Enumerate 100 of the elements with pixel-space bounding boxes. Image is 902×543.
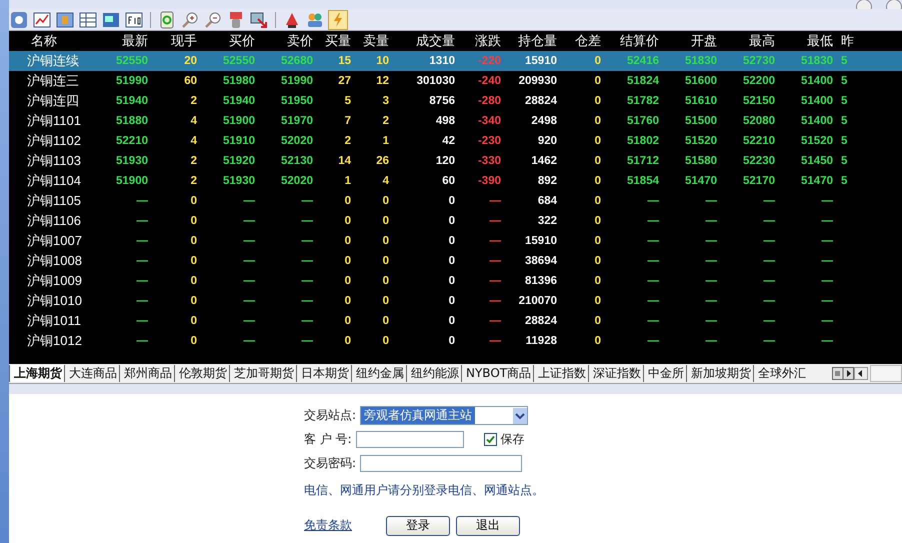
- table-cell-text: 0: [190, 335, 198, 347]
- quote-row[interactable]: 沪铜1101 51880 4 51900 51970 7 2 498 -340 2498 0 51760 51500 52080 51400 5: [9, 111, 902, 131]
- table-cell-text: -220: [476, 55, 502, 67]
- market-tab[interactable]: 中金所: [643, 365, 686, 382]
- column-header[interactable]: 昨: [835, 32, 855, 50]
- market-tab[interactable]: 芝加哥期货: [229, 365, 296, 382]
- column-header[interactable]: 开盘: [661, 32, 719, 50]
- zoom-in-icon[interactable]: [181, 10, 199, 28]
- quote-row[interactable]: 沪铜1102 52210 4 51910 52020 2 1 42 -230 920 0 51802 51520 52210 51520 5: [9, 131, 902, 151]
- line-chart-icon[interactable]: [33, 10, 51, 28]
- monitor-icon[interactable]: [102, 10, 120, 28]
- table-cell-text: 沪铜1007: [26, 232, 83, 250]
- quote-row[interactable]: 沪铜连三 51990 60 51980 51990 27 12 301030 -240 209930 0 51824 51600 52200 51400 5: [9, 71, 902, 91]
- table-cell-text: -390: [476, 175, 502, 187]
- dropdown-caret-icon[interactable]: [513, 408, 528, 424]
- quote-row[interactable]: 沪铜1011 — 0 — — 0 0 0 — 28824 0 — — — —: [9, 311, 902, 331]
- zoom-out-icon[interactable]: [204, 10, 222, 28]
- market-tab[interactable]: 大连商品: [64, 365, 119, 382]
- market-tab[interactable]: 郑州商品: [119, 365, 174, 382]
- table-cell-text: 15: [337, 55, 352, 67]
- column-header[interactable]: 现手: [150, 32, 199, 50]
- quote-row[interactable]: 沪铜1012 — 0 — — 0 0 0 — 11928 0 — — — —: [9, 331, 902, 351]
- table-cell-text: 0: [344, 295, 352, 307]
- column-header[interactable]: 持仓量: [503, 32, 559, 50]
- column-header[interactable]: 买量: [315, 32, 353, 50]
- market-tab[interactable]: 上海期货: [9, 365, 64, 382]
- people-icon[interactable]: [306, 10, 324, 28]
- market-tab[interactable]: 全球外汇: [753, 365, 808, 382]
- field-label: 交易密码:: [304, 455, 356, 472]
- refresh-icon[interactable]: [158, 10, 176, 28]
- quote-row[interactable]: 沪铜1008 — 0 — — 0 0 0 — 38694 0 — — — —: [9, 251, 902, 271]
- market-tab[interactable]: 纽约能源: [406, 365, 461, 382]
- table-cell-text: 920: [536, 135, 558, 147]
- table-cell-text: —: [136, 195, 149, 207]
- quote-row[interactable]: 沪铜1105 — 0 — — 0 0 0 — 684 0 — — — —: [9, 191, 902, 211]
- market-tab[interactable]: 上证指数: [533, 365, 588, 382]
- column-header[interactable]: 仓差: [559, 32, 603, 50]
- column-header[interactable]: 买价: [199, 32, 257, 50]
- disclaimer-link[interactable]: 免责条款: [304, 517, 352, 534]
- table-cell-text: —: [488, 215, 502, 227]
- station-dropdown[interactable]: 旁观者仿真网通主站: [360, 406, 528, 425]
- table-cell-text: 52550: [222, 55, 256, 67]
- table-cell-text: 5: [840, 155, 848, 167]
- login-form-button[interactable]: 退出: [456, 516, 520, 536]
- table-cell-text: 28824: [524, 95, 558, 107]
- table-cell-text: 0: [594, 95, 602, 107]
- column-header[interactable]: 最低: [777, 32, 835, 50]
- column-header[interactable]: 名称: [9, 32, 101, 50]
- quote-row[interactable]: 沪铜连四 51940 2 51940 51950 5 3 8756 -280 28824 0 51782 51610 52150 51400 5: [9, 91, 902, 111]
- login-form-button[interactable]: 登录: [386, 516, 450, 536]
- fio-icon[interactable]: [125, 10, 143, 28]
- table-cell-text: —: [762, 195, 776, 207]
- quote-row[interactable]: 沪铜1103 51930 2 51920 52130 14 26 120 -330 1462 0 51712 51580 52230 51450 5: [9, 151, 902, 171]
- table-cell-text: 51712: [626, 155, 660, 167]
- checkbox-label: 保存: [500, 431, 525, 448]
- horizontal-scrollbar[interactable]: [870, 365, 902, 382]
- save-checkbox[interactable]: [484, 433, 497, 446]
- window-icon[interactable]: [250, 10, 268, 28]
- table-cell-text: 52200: [742, 75, 776, 87]
- column-header[interactable]: 卖价: [257, 32, 315, 50]
- quote-row[interactable]: 沪铜1009 — 0 — — 0 0 0 — 81396 0 — — — —: [9, 271, 902, 291]
- quote-row[interactable]: 沪铜1106 — 0 — — 0 0 0 — 322 0 — — — —: [9, 211, 902, 231]
- quote-row[interactable]: 沪铜1007 — 0 — — 0 0 0 — 15910 0 — — — —: [9, 231, 902, 251]
- market-tab[interactable]: 纽约金属: [351, 365, 406, 382]
- tab-scroll-icon[interactable]: [832, 367, 854, 380]
- column-header[interactable]: 成交量: [391, 32, 457, 50]
- grid-icon[interactable]: [56, 10, 74, 28]
- table-cell-text: —: [136, 295, 149, 307]
- table-cell-text: —: [300, 315, 314, 327]
- password-field[interactable]: [360, 455, 522, 472]
- quote-row[interactable]: 沪铜1010 — 0 — — 0 0 0 — 210070 0 — — — —: [9, 291, 902, 311]
- table-icon[interactable]: [79, 10, 97, 28]
- market-tab[interactable]: 日本期货: [296, 365, 351, 382]
- column-header[interactable]: 最新: [101, 32, 150, 50]
- table-cell-text: 0: [594, 255, 602, 267]
- field-label: 客 户 号:: [304, 431, 352, 448]
- quote-row[interactable]: 沪铜1104 51900 2 51930 52020 1 4 60 -390 892 0 51854 51470 52170 51470 5: [9, 171, 902, 191]
- quote-row[interactable]: 沪铜连续 52550 20 52550 52680 15 10 1310 -220 15910 0 52416 51830 52730 51830 5: [9, 51, 902, 71]
- table-cell-text: —: [488, 295, 502, 307]
- table-cell-text: 0: [344, 255, 352, 267]
- table-cell-text: 0: [594, 75, 602, 87]
- market-tab[interactable]: NYBOT商品: [461, 365, 534, 382]
- market-tab[interactable]: 新加坡期货: [686, 365, 754, 382]
- column-header[interactable]: 结算价: [603, 32, 661, 50]
- table-cell-text: 52210: [115, 135, 149, 147]
- market-tab[interactable]: 深证指数: [588, 365, 644, 382]
- table-cell-text: 0: [382, 235, 390, 247]
- client-number-field[interactable]: [356, 431, 464, 448]
- table-cell-text: 27: [337, 75, 352, 87]
- column-header[interactable]: 最高: [719, 32, 777, 50]
- market-tab[interactable]: 伦敦期货: [174, 365, 229, 382]
- column-header[interactable]: 涨跌: [457, 32, 503, 50]
- table-cell-text: 5: [840, 115, 848, 127]
- table-cell-text: 52680: [280, 55, 314, 67]
- table-cell-text: 0: [594, 315, 602, 327]
- table-cell-text: 0: [382, 215, 390, 227]
- scroll-left-icon[interactable]: [854, 367, 868, 380]
- column-header[interactable]: 卖量: [353, 32, 391, 50]
- bell-icon[interactable]: [283, 10, 301, 28]
- table-cell-text: —: [300, 295, 314, 307]
